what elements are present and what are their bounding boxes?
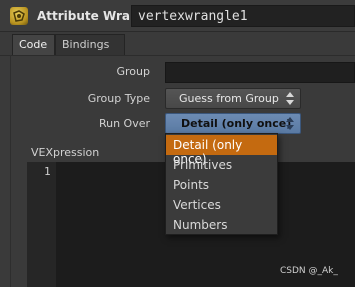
dropdown-option-primitives[interactable]: Primitives <box>166 155 277 175</box>
vexpression-label: VEXpression <box>31 146 100 159</box>
group-type-label: Group Type <box>87 92 150 105</box>
node-name-field[interactable]: vertexwrangle1 <box>131 5 355 27</box>
up-down-arrows-icon <box>286 92 294 105</box>
watermark-text: CSDN @_Ak_ <box>280 266 338 276</box>
dropdown-option-vertices[interactable]: Vertices <box>166 195 277 215</box>
group-label: Group <box>116 65 151 78</box>
group-field[interactable] <box>165 62 355 83</box>
node-title-bar: Attribute Wrangle vertexwrangle1 <box>0 0 355 32</box>
wrangle-node-icon <box>10 7 28 25</box>
run-over-dropdown: Detail (only once) Primitives Points Ver… <box>165 133 278 235</box>
dropdown-option-detail[interactable]: Detail (only once) <box>166 135 277 166</box>
group-type-value: Guess from Group <box>179 92 279 105</box>
panel-divider <box>10 55 11 287</box>
run-over-value: Detail (only once) <box>181 117 292 130</box>
parameter-pane: Attribute Wrangle vertexwrangle1 Code Bi… <box>0 0 355 287</box>
dropdown-option-numbers[interactable]: Numbers <box>166 215 277 235</box>
line-number: 1 <box>44 165 51 178</box>
run-over-menu[interactable]: Detail (only once) <box>165 113 301 134</box>
group-type-menu[interactable]: Guess from Group <box>165 88 301 109</box>
tab-bindings[interactable]: Bindings <box>55 34 125 55</box>
tab-code[interactable]: Code <box>12 34 55 55</box>
run-over-label: Run Over <box>98 117 150 130</box>
line-number-gutter <box>27 162 56 287</box>
up-down-arrows-icon <box>286 117 294 130</box>
dropdown-option-points[interactable]: Points <box>166 175 277 195</box>
